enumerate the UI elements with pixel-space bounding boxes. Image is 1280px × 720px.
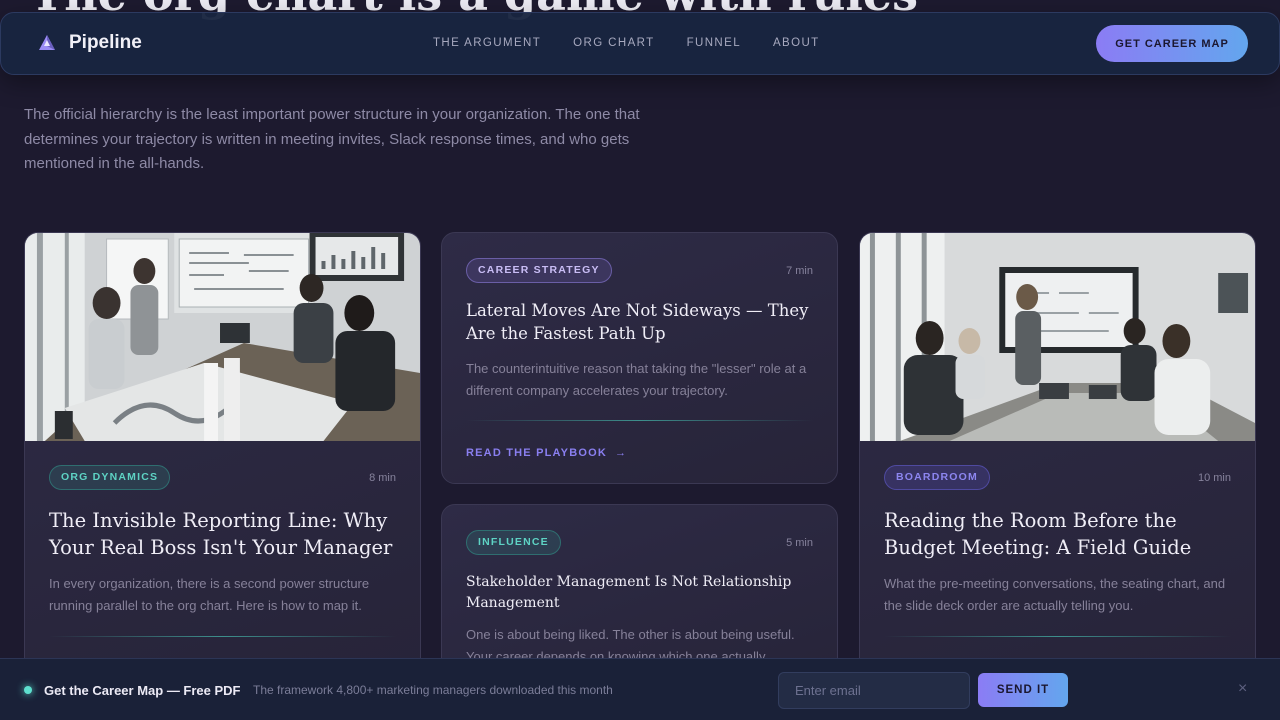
category-badge[interactable]: ORG DYNAMICS — [49, 465, 171, 490]
lead-capture-title: Get the Career Map — Free PDF — [44, 683, 241, 698]
article-excerpt: What the pre-meeting conversations, the … — [884, 576, 1226, 613]
article-title[interactable]: Lateral Moves Are Not Sideways — They Ar… — [466, 299, 813, 345]
read-time: 8 min — [369, 471, 396, 484]
article-title[interactable]: Stakeholder Management Is Not Relationsh… — [466, 572, 813, 614]
card-divider — [49, 636, 396, 637]
nav-link-funnel[interactable]: FUNNEL — [687, 37, 741, 49]
article-card-boardroom[interactable]: BOARDROOM 10 min Reading the Room Before… — [859, 232, 1256, 672]
article-card-career-strategy[interactable]: CAREER STRATEGY 7 min Lateral Moves Are … — [441, 232, 838, 484]
read-time: 7 min — [786, 264, 813, 277]
article-card-org-dynamics[interactable]: ORG DYNAMICS 8 min The Invisible Reporti… — [24, 232, 421, 672]
meeting-photo — [25, 233, 420, 441]
category-badge[interactable]: CAREER STRATEGY — [466, 258, 612, 283]
article-title[interactable]: The Invisible Reporting Line: Why Your R… — [49, 507, 396, 561]
article-title[interactable]: Reading the Room Before the Budget Meeti… — [884, 507, 1231, 561]
send-it-button[interactable]: SEND IT — [978, 673, 1068, 707]
get-career-map-button[interactable]: GET CAREER MAP — [1096, 25, 1248, 62]
read-time: 10 min — [1197, 471, 1231, 484]
lead-capture-subtitle: The framework 4,800+ marketing managers … — [253, 683, 613, 697]
hero-lead: The official hierarchy is the least impo… — [24, 106, 640, 172]
pyramid-logo-icon — [39, 35, 55, 50]
nav-link-org-chart[interactable]: ORG CHART — [573, 37, 654, 49]
boardroom-photo — [860, 233, 1255, 441]
article-card-influence[interactable]: INFLUENCE 5 min Stakeholder Management I… — [441, 504, 838, 684]
read-playbook-link[interactable]: READ THE PLAYBOOK → — [466, 447, 627, 459]
nav-link-the-argument[interactable]: THE ARGUMENT — [433, 37, 541, 49]
arrow-right-icon: → — [615, 447, 628, 459]
main-nav: THE ARGUMENT ORG CHART FUNNEL ABOUT — [433, 37, 820, 49]
article-excerpt: The counterintuitive reason that taking … — [466, 361, 807, 398]
top-navbar: Pipeline THE ARGUMENT ORG CHART FUNNEL A… — [0, 12, 1280, 75]
read-playbook-label: READ THE PLAYBOOK — [466, 447, 608, 459]
category-badge[interactable]: BOARDROOM — [884, 465, 990, 490]
category-badge[interactable]: INFLUENCE — [466, 530, 561, 555]
card-divider — [466, 420, 813, 421]
close-icon[interactable]: × — [1238, 680, 1247, 698]
read-time: 5 min — [786, 536, 813, 549]
status-dot-icon — [24, 686, 32, 694]
lead-capture-bar: Get the Career Map — Free PDF The framew… — [0, 658, 1280, 720]
brand-logo-link[interactable]: Pipeline — [37, 32, 142, 54]
article-excerpt: In every organization, there is a second… — [49, 576, 370, 613]
page: The org chart is a game with rules The o… — [0, 0, 1280, 720]
brand-name: Pipeline — [69, 32, 142, 53]
email-input[interactable] — [778, 672, 970, 709]
card-divider — [884, 636, 1231, 637]
nav-link-about[interactable]: ABOUT — [773, 37, 820, 49]
